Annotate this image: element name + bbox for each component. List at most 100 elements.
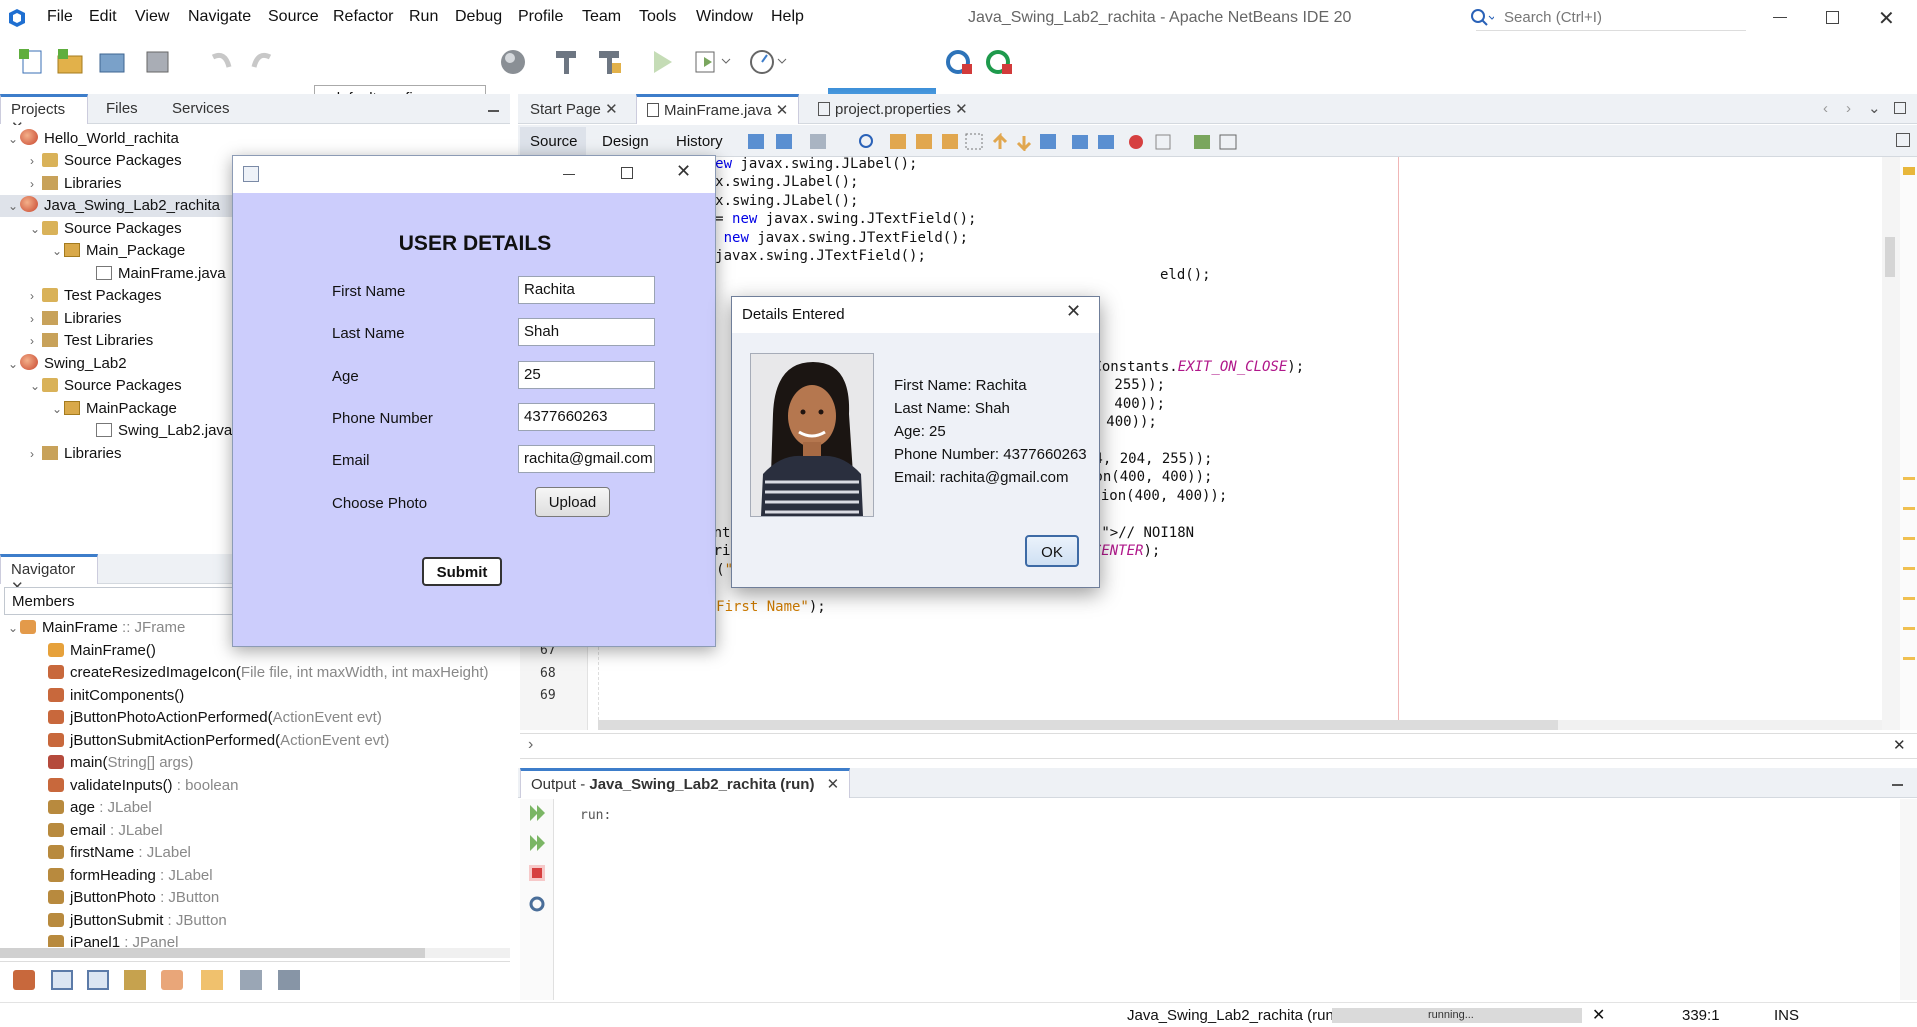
menu-file[interactable]: File (47, 8, 73, 26)
tab-design[interactable]: Design (602, 133, 649, 150)
age-field[interactable]: 25 (518, 361, 655, 389)
new-file-icon[interactable] (17, 47, 47, 77)
details-dialog-titlebar[interactable]: Details Entered ✕ (732, 297, 1099, 333)
navigator-member[interactable]: jButtonPhotoActionPerformed(ActionEvent … (48, 707, 382, 729)
sort-by-name-icon[interactable] (240, 970, 262, 990)
navigator-member[interactable]: age : JLabel (48, 797, 152, 819)
code-area[interactable]: neNumber = new javax.swing.JLabel();l = … (520, 156, 1880, 717)
undo-icon[interactable] (205, 47, 235, 77)
tab-services[interactable]: Services (162, 94, 240, 124)
tree-item[interactable]: › Test Packages (30, 285, 162, 307)
dialog-maximize-button[interactable] (621, 167, 633, 179)
menu-team[interactable]: Team (582, 8, 621, 26)
profiler-snapshot-icon[interactable] (985, 47, 1015, 77)
new-project-icon[interactable] (55, 47, 85, 77)
maximize-editor-icon[interactable] (1894, 102, 1906, 114)
tree-item[interactable]: › Test Libraries (30, 330, 153, 352)
tab-project-properties[interactable]: project.properties ✕ (808, 94, 978, 124)
tab-start-page[interactable]: Start Page ✕ (520, 94, 628, 124)
tree-item[interactable]: ⌄ Main_Package (52, 240, 185, 262)
build-icon[interactable] (551, 47, 581, 77)
debug-icon[interactable] (692, 47, 731, 77)
close-window-button[interactable]: ✕ (1878, 6, 1895, 31)
globe-icon[interactable] (498, 47, 528, 77)
inherited-filter-icon[interactable] (161, 970, 183, 990)
restore-button[interactable] (1826, 11, 1839, 24)
tree-item[interactable]: MainFrame.java (96, 263, 226, 285)
email-field[interactable]: rachita@gmail.com (518, 445, 655, 473)
menu-view[interactable]: View (135, 8, 169, 26)
tree-item[interactable]: ⌄ Source Packages (30, 218, 182, 240)
user-window-titlebar[interactable]: ✕ (233, 156, 715, 193)
navigator-member[interactable]: jButtonSubmitActionPerformed(ActionEvent… (48, 730, 389, 752)
navigator-member[interactable]: formHeading : JLabel (48, 865, 213, 887)
stop-icon[interactable] (529, 865, 545, 881)
menu-source[interactable]: Source (268, 8, 319, 26)
hierarchy-icon[interactable] (13, 970, 35, 990)
navigator-member[interactable]: firstName : JLabel (48, 842, 191, 864)
search-input[interactable]: Search (Ctrl+I) (1476, 6, 1746, 31)
tab-projects[interactable]: Projects ✕ (0, 94, 88, 136)
gc-icon[interactable] (945, 47, 975, 77)
tree-item[interactable]: Swing_Lab2.java (96, 420, 232, 442)
tree-item[interactable]: ⌄ Hello_World_rachita (8, 128, 179, 150)
editor-h-scrollbar[interactable] (598, 720, 1882, 730)
phone-number-field[interactable]: 4377660263 (518, 403, 655, 431)
navigator-member[interactable]: createResizedImageIcon(File file, int ma… (48, 662, 489, 684)
output-scrollbar[interactable] (1900, 799, 1917, 1000)
open-project-icon[interactable] (97, 47, 127, 77)
navigator-member[interactable]: jButtonSubmit : JButton (48, 910, 227, 932)
tab-scroll-right-icon[interactable]: › (1846, 100, 1851, 117)
navigator-member[interactable]: email : JLabel (48, 820, 163, 842)
navigator-member[interactable]: jButtonPhoto : JButton (48, 887, 219, 909)
tree-item[interactable]: ⌄ MainPackage (52, 398, 177, 420)
members-filter-select[interactable]: Members (4, 587, 236, 615)
rerun-with-params-icon[interactable] (527, 833, 547, 853)
menu-refactor[interactable]: Refactor (333, 8, 393, 26)
navigator-member[interactable]: validateInputs() : boolean (48, 775, 238, 797)
last-name-field[interactable]: Shah (518, 318, 655, 346)
sort-icon[interactable] (201, 970, 223, 990)
tree-item[interactable]: › Source Packages (30, 150, 182, 172)
sort-by-source-icon[interactable] (278, 970, 300, 990)
ok-button[interactable]: OK (1025, 535, 1079, 567)
nonpublic-filter-icon[interactable] (124, 970, 146, 990)
tab-navigator[interactable]: Navigator ✕ (0, 554, 98, 596)
tab-history[interactable]: History (676, 133, 723, 150)
close-breadcrumb-icon[interactable]: ✕ (1893, 736, 1906, 754)
navigator-member[interactable]: main(String[] args) (48, 752, 193, 774)
profile-icon[interactable] (748, 47, 787, 77)
menu-tools[interactable]: Tools (639, 8, 676, 26)
tab-mainframe-java[interactable]: MainFrame.java ✕ (636, 94, 800, 124)
editor-action-icons[interactable] (748, 133, 1268, 151)
menu-run[interactable]: Run (409, 8, 438, 26)
navigator-member[interactable]: ⌄ MainFrame :: JFrame (8, 617, 185, 639)
rerun-icon[interactable] (527, 803, 547, 823)
tree-item[interactable]: › Libraries (30, 308, 122, 330)
fields-filter-icon[interactable] (51, 970, 73, 990)
menu-debug[interactable]: Debug (455, 8, 502, 26)
save-all-icon[interactable] (143, 47, 173, 77)
tree-item[interactable]: ⌄ Swing_Lab2 (8, 353, 127, 375)
tree-item[interactable]: › Libraries (30, 173, 122, 195)
redo-icon[interactable] (248, 47, 278, 77)
static-filter-icon[interactable] (87, 970, 109, 990)
navigator-member[interactable]: MainFrame() (48, 640, 156, 662)
menu-edit[interactable]: Edit (89, 8, 117, 26)
menu-help[interactable]: Help (771, 8, 804, 26)
minimize-panel-icon[interactable] (488, 110, 499, 112)
breadcrumb-arrow-icon[interactable]: › (528, 736, 533, 754)
run-icon[interactable] (647, 47, 677, 77)
menu-window[interactable]: Window (696, 8, 753, 26)
submit-button[interactable]: Submit (422, 557, 502, 586)
tab-scroll-left-icon[interactable]: ‹ (1823, 100, 1828, 117)
clean-build-icon[interactable] (594, 47, 624, 77)
tree-item[interactable]: › Libraries (30, 443, 122, 465)
dialog-close-button[interactable]: ✕ (676, 161, 691, 182)
chevron-down-icon[interactable]: ⌄ (8, 617, 20, 639)
code-editor[interactable]: 67 68 69 neNumber = new javax.swing.JLab… (520, 156, 1917, 730)
editor-scrollbar[interactable] (1882, 157, 1900, 730)
first-name-field[interactable]: Rachita (518, 276, 655, 304)
navigator-member[interactable]: initComponents() (48, 685, 184, 707)
menu-profile[interactable]: Profile (518, 8, 563, 26)
